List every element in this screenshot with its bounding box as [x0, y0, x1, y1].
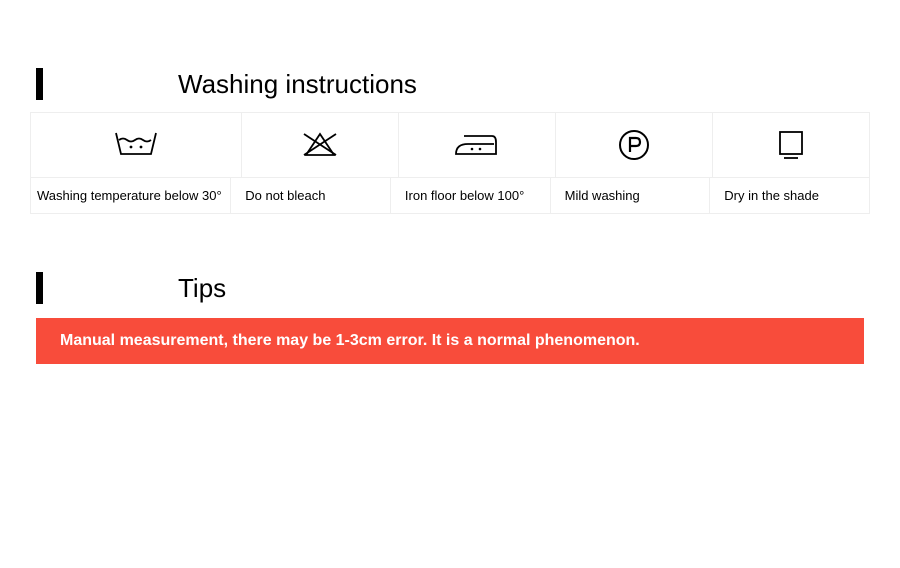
- washing-title: Washing instructions: [178, 69, 417, 100]
- dryclean-p-icon: [617, 128, 651, 162]
- care-cell: [30, 112, 242, 178]
- care-label: Washing temperature below 30°: [30, 178, 231, 214]
- tips-header: Tips: [0, 272, 900, 304]
- care-label: Do not bleach: [231, 178, 391, 214]
- tips-message-box: Manual measurement, there may be 1-3cm e…: [36, 318, 864, 364]
- header-accent-bar: [36, 272, 43, 304]
- care-cell: [242, 112, 399, 178]
- iron-low-icon: [452, 130, 502, 160]
- care-labels-row: Washing temperature below 30° Do not ble…: [30, 178, 870, 214]
- care-icons-row: [30, 112, 870, 178]
- tips-message: Manual measurement, there may be 1-3cm e…: [60, 332, 640, 349]
- header-accent-bar: [36, 68, 43, 100]
- washing-instructions-header: Washing instructions: [0, 68, 900, 100]
- wash-30-icon: [113, 130, 159, 160]
- no-bleach-icon: [300, 130, 340, 160]
- care-cell: [556, 112, 713, 178]
- care-label: Iron floor below 100°: [391, 178, 551, 214]
- care-label: Dry in the shade: [710, 178, 870, 214]
- care-cell: [399, 112, 556, 178]
- care-label: Mild washing: [551, 178, 711, 214]
- care-cell: [713, 112, 870, 178]
- dry-shade-icon: [774, 128, 808, 162]
- tips-title: Tips: [178, 273, 226, 304]
